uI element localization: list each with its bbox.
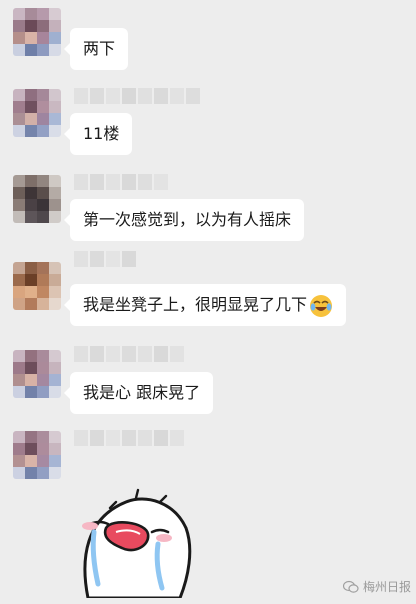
avatar[interactable] — [13, 431, 61, 479]
laughing-crying-emoji-icon — [310, 294, 333, 317]
crying-sticker[interactable] — [76, 488, 192, 598]
sender-name-blurred — [74, 251, 136, 267]
message-bubble[interactable]: 我是坐凳子上，很明显晃了几下 — [63, 284, 347, 326]
message-text: 我是坐凳子上，很明显晃了几下 — [83, 295, 308, 314]
message-bubble[interactable]: 我是心 跟床晃了 — [63, 372, 214, 414]
message-bubble[interactable]: 两下 — [63, 28, 129, 70]
avatar[interactable] — [13, 89, 61, 137]
message-text: 11楼 — [83, 124, 120, 143]
sender-name-blurred — [74, 174, 168, 190]
avatar[interactable] — [13, 175, 61, 223]
wechat-official-icon — [343, 580, 359, 593]
message-bubble[interactable]: 11楼 — [63, 113, 133, 155]
avatar[interactable] — [13, 262, 61, 310]
watermark: 梅州日报 — [343, 578, 411, 595]
watermark-text: 梅州日报 — [363, 580, 412, 594]
message-bubble[interactable]: 第一次感觉到，以为有人摇床 — [63, 199, 305, 241]
sender-name-blurred — [74, 88, 200, 104]
sender-name-blurred — [74, 346, 184, 362]
avatar[interactable] — [13, 8, 61, 56]
message-text: 两下 — [83, 39, 116, 58]
sender-name-blurred — [74, 430, 184, 446]
avatar[interactable] — [13, 350, 61, 398]
message-text: 第一次感觉到，以为有人摇床 — [83, 210, 292, 229]
message-text: 我是心 跟床晃了 — [83, 383, 201, 402]
